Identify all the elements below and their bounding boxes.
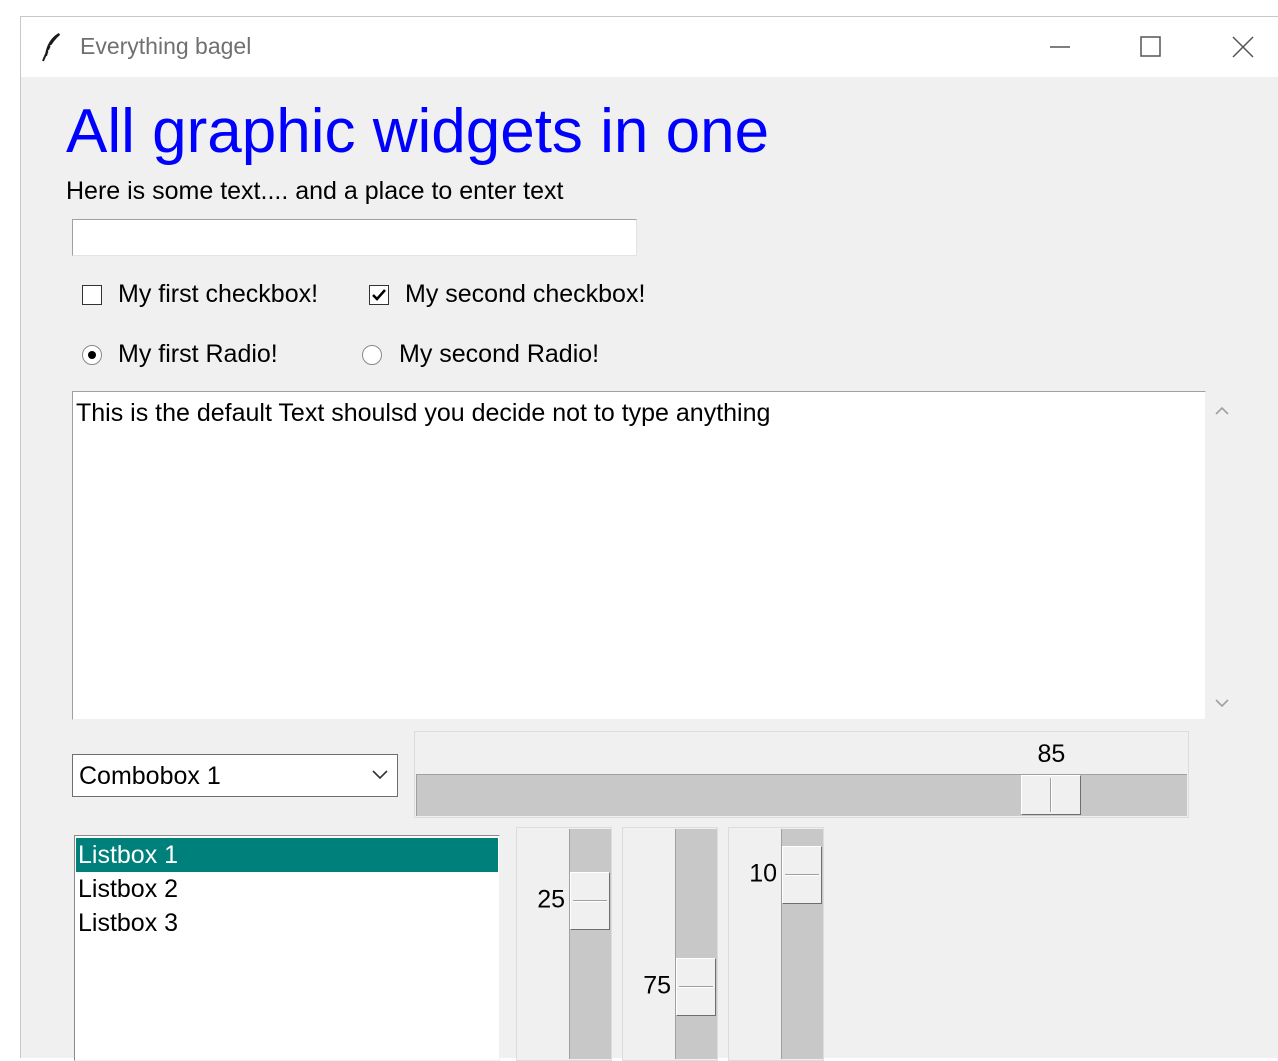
scroll-up-arrow-icon[interactable]: [1211, 403, 1233, 417]
first-radio-label[interactable]: My first Radio!: [118, 340, 278, 369]
combobox[interactable]: Combobox 1: [72, 754, 398, 797]
vertical-scale-3-value: 10: [749, 859, 777, 888]
maximize-icon: [1140, 36, 1161, 57]
vertical-scale-3[interactable]: 10: [728, 827, 824, 1061]
second-radio-label[interactable]: My second Radio!: [399, 340, 599, 369]
vertical-scale-2-trough[interactable]: [675, 829, 717, 1059]
text-entry[interactable]: [72, 219, 637, 256]
vertical-scale-3-slider[interactable]: [782, 846, 822, 905]
window-title: Everything bagel: [80, 33, 252, 59]
text-area[interactable]: This is the default Text shoulsd you dec…: [72, 391, 1206, 720]
intro-text: Here is some text.... and a place to ent…: [66, 177, 564, 205]
close-icon: [1232, 36, 1254, 58]
vertical-scale-2[interactable]: 75: [622, 827, 718, 1061]
listbox-item[interactable]: Listbox 2: [76, 872, 498, 906]
vertical-scale-1[interactable]: 25: [516, 827, 612, 1061]
listbox[interactable]: Listbox 1 Listbox 2 Listbox 3: [74, 835, 500, 1061]
listbox-item[interactable]: Listbox 1: [76, 838, 498, 872]
maximize-button[interactable]: [1128, 27, 1174, 67]
first-checkbox[interactable]: [82, 285, 102, 305]
close-button[interactable]: [1220, 27, 1266, 67]
second-radio[interactable]: [362, 345, 382, 365]
checkmark-icon: [372, 289, 386, 301]
vertical-scale-3-trough[interactable]: [781, 829, 823, 1059]
vertical-scale-1-value: 25: [537, 885, 565, 914]
second-checkbox[interactable]: [369, 285, 389, 305]
minimize-icon: [1050, 46, 1070, 48]
horizontal-scale-trough[interactable]: [416, 774, 1187, 816]
first-checkbox-label[interactable]: My first checkbox!: [118, 280, 318, 309]
page-heading: All graphic widgets in one: [66, 97, 770, 166]
vertical-scale-1-slider[interactable]: [570, 872, 610, 930]
vertical-scale-2-slider[interactable]: [676, 958, 716, 1016]
app-window: Everything bagel All graphic widgets in …: [20, 16, 1278, 1061]
title-bar[interactable]: Everything bagel: [21, 17, 1278, 77]
listbox-item[interactable]: Listbox 3: [76, 906, 498, 940]
vertical-scale-1-trough[interactable]: [569, 829, 611, 1059]
vertical-scale-2-value: 75: [643, 971, 671, 1000]
feather-icon: [42, 33, 60, 62]
combobox-value: Combobox 1: [79, 762, 221, 790]
radio-selected-dot: [88, 351, 96, 359]
horizontal-scale-value: 85: [1037, 740, 1066, 768]
chevron-down-icon[interactable]: [371, 769, 389, 781]
first-radio[interactable]: [82, 345, 102, 365]
horizontal-scale-slider[interactable]: [1021, 775, 1082, 815]
second-checkbox-label[interactable]: My second checkbox!: [405, 280, 645, 309]
minimize-button[interactable]: [1037, 27, 1083, 67]
horizontal-scale[interactable]: 85: [414, 731, 1189, 818]
scroll-down-arrow-icon[interactable]: [1211, 697, 1233, 711]
